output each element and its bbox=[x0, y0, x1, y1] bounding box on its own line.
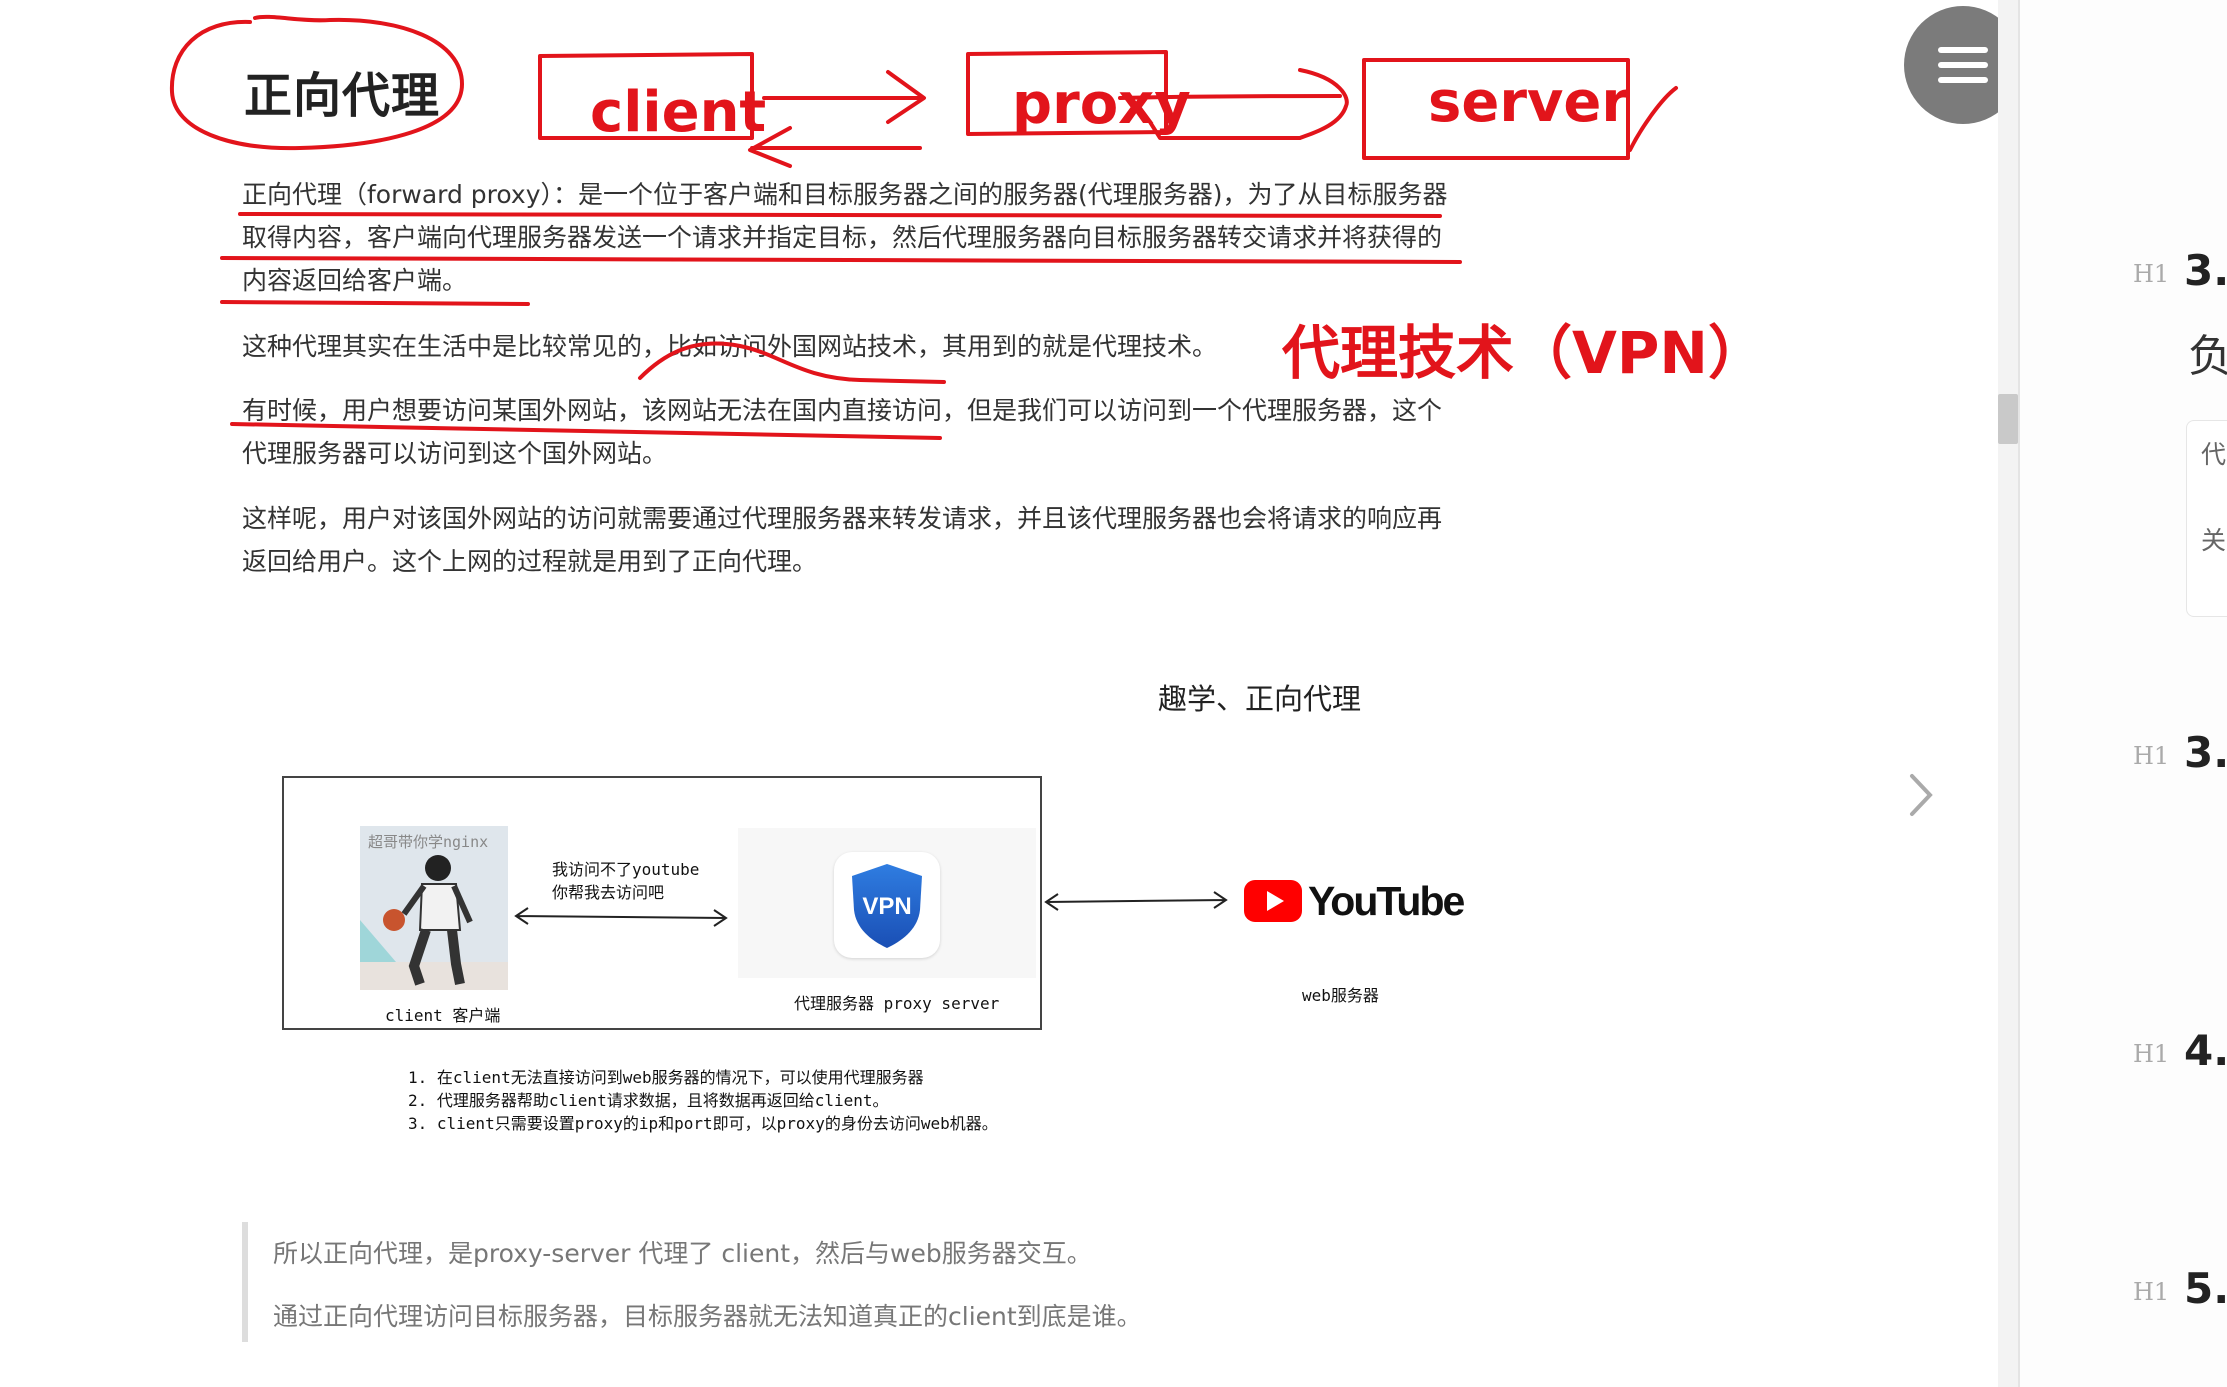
outline-h1-tag: H1 bbox=[2133, 260, 2170, 288]
outline-item[interactable]: 3.1 bbox=[2184, 728, 2227, 777]
outline-h1-tag: H1 bbox=[2133, 1278, 2170, 1306]
chevron-right-icon[interactable] bbox=[1900, 770, 1940, 820]
card-line-1: 代 bbox=[2201, 440, 2227, 469]
outline-item-subtitle: 负 bbox=[2188, 331, 2227, 382]
outline-sidebar bbox=[2020, 0, 2227, 1387]
outline-h1-tag: H1 bbox=[2133, 742, 2170, 770]
arrow-client-proxy bbox=[514, 907, 728, 927]
document-pane: 正向代理 正向代理（forward proxy）：是一个位于客户端和目标服务器之… bbox=[0, 0, 2022, 1387]
hamburger-icon bbox=[1938, 47, 1988, 83]
outline-item[interactable]: 4.1 bbox=[2184, 1026, 2227, 1075]
outline-item[interactable]: 3.0 bbox=[2184, 246, 2227, 295]
outline-card: 代 关 bbox=[2186, 420, 2227, 617]
figure-arrows bbox=[514, 891, 1228, 927]
outline-h1-tag: H1 bbox=[2133, 1040, 2170, 1068]
card-line-2: 关 bbox=[2201, 526, 2227, 555]
outline-item[interactable]: 5.1 bbox=[2184, 1264, 2227, 1313]
arrow-proxy-youtube bbox=[1044, 891, 1228, 911]
scrollbar-track[interactable] bbox=[1998, 0, 2018, 1387]
scrollbar-thumb[interactable] bbox=[1998, 394, 2018, 444]
